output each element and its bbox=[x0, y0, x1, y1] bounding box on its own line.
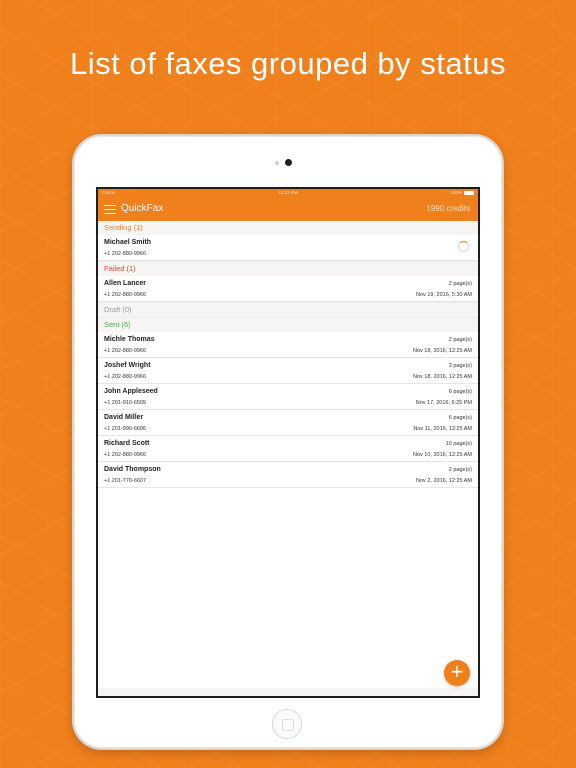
add-fax-button[interactable]: + bbox=[444, 660, 470, 686]
battery-indicator: 100% bbox=[450, 189, 474, 197]
app-screen: Carrier 12:31 PM 100% QuickFax 1990 cred… bbox=[98, 189, 478, 696]
section-header-sending: Sending (1) bbox=[98, 221, 478, 235]
fax-list: Sending (1) Michael Smith +1 202-880-996… bbox=[98, 221, 478, 696]
section-header-sent: Sent (6) bbox=[98, 317, 478, 332]
fax-date: Nov 2, 2016, 12:25 AM bbox=[416, 478, 472, 484]
list-empty-area bbox=[98, 488, 478, 688]
nav-bar: QuickFax 1990 credits bbox=[98, 197, 478, 221]
fax-item[interactable]: Allen Lancer +1 202-880-9966 2 page(s) N… bbox=[98, 276, 478, 302]
headline: List of faxes grouped by status bbox=[70, 46, 506, 81]
app-title: QuickFax bbox=[121, 203, 164, 214]
page-count: 10 page(s) bbox=[445, 441, 472, 447]
recipient-phone: +1 202-880-9966 bbox=[104, 292, 147, 298]
recipient-phone: +1 202-880-9966 bbox=[104, 251, 147, 257]
recipient-name: Michle Thomas bbox=[104, 336, 155, 343]
recipient-name: David Thompson bbox=[104, 466, 161, 473]
page-count: 6 page(s) bbox=[448, 389, 472, 395]
recipient-phone: +1 201-990-6606 bbox=[104, 426, 147, 432]
page-count: 2 page(s) bbox=[448, 337, 472, 343]
fax-item[interactable]: John Appleseed +1 201-910-6505 6 page(s)… bbox=[98, 384, 478, 410]
sensor-dot bbox=[275, 161, 279, 165]
home-button[interactable] bbox=[272, 709, 302, 739]
fax-item[interactable]: Michle Thomas +1 202-880-9966 2 page(s) … bbox=[98, 332, 478, 358]
fax-item[interactable]: Michael Smith +1 202-880-9966 bbox=[98, 235, 478, 261]
recipient-name: Joshef Wright bbox=[104, 362, 151, 369]
battery-icon bbox=[464, 190, 474, 195]
loading-spinner-icon bbox=[458, 241, 469, 252]
recipient-name: David Miller bbox=[104, 414, 144, 421]
fax-date: Nov 19, 2016, 5:30 AM bbox=[416, 292, 472, 298]
recipient-name: Richard Scott bbox=[104, 440, 150, 447]
fax-date: Nov 18, 2016, 12:25 AM bbox=[412, 348, 472, 354]
fax-item[interactable]: Joshef Wright +1 202-880-9966 3 page(s) … bbox=[98, 358, 478, 384]
plus-icon: + bbox=[450, 659, 464, 684]
section-header-draft: Draft (0) bbox=[98, 302, 478, 317]
recipient-name: Michael Smith bbox=[104, 239, 152, 246]
fax-date: Nov 17, 2016, 6:25 PM bbox=[415, 400, 472, 406]
recipient-name: Allen Lancer bbox=[104, 280, 147, 287]
status-time: 12:31 PM bbox=[278, 190, 298, 195]
fax-item[interactable]: David Miller +1 201-990-6606 6 page(s) N… bbox=[98, 410, 478, 436]
page-count: 2 page(s) bbox=[448, 467, 472, 473]
fax-date: Nov 11, 2016, 12:25 AM bbox=[413, 426, 472, 432]
fax-item[interactable]: Richard Scott +1 202-880-9966 10 page(s)… bbox=[98, 436, 478, 462]
recipient-phone: +1 201-770-6607 bbox=[104, 478, 147, 484]
recipient-phone: +1 202-880-9966 bbox=[104, 374, 147, 380]
front-camera bbox=[285, 159, 292, 166]
page-count: 3 page(s) bbox=[448, 363, 472, 369]
recipient-phone: +1 202-880-9966 bbox=[104, 348, 147, 354]
credits-count[interactable]: 1990 credits bbox=[426, 203, 470, 215]
page-count: 6 page(s) bbox=[448, 415, 472, 421]
fax-date: Nov 18, 2016, 12:25 AM bbox=[412, 374, 472, 380]
fax-date: Nov 10, 2016, 12:25 AM bbox=[412, 452, 472, 458]
battery-percent: 100% bbox=[450, 190, 462, 195]
page-count: 2 page(s) bbox=[448, 281, 472, 287]
fax-item[interactable]: David Thompson +1 201-770-6607 2 page(s)… bbox=[98, 462, 478, 488]
hamburger-icon[interactable] bbox=[104, 205, 116, 214]
status-bar: Carrier 12:31 PM 100% bbox=[98, 189, 478, 197]
device-screen: Carrier 12:31 PM 100% QuickFax 1990 cred… bbox=[96, 187, 480, 698]
recipient-phone: +1 202-880-9966 bbox=[104, 452, 147, 458]
section-header-failed: Failed (1) bbox=[98, 261, 478, 276]
recipient-name: John Appleseed bbox=[104, 388, 158, 395]
recipient-phone: +1 201-910-6505 bbox=[104, 400, 147, 406]
